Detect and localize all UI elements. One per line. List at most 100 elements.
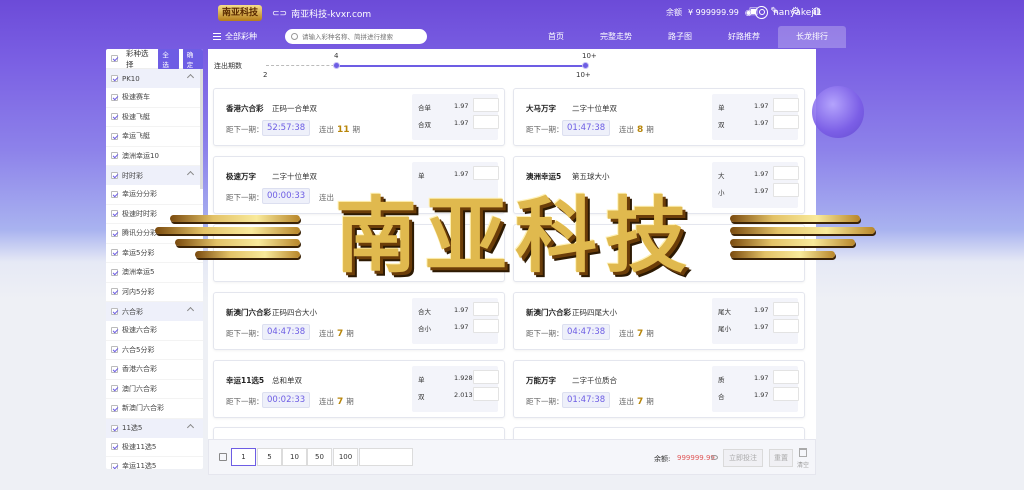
sidebar-item[interactable]: 澳洲幸运5 xyxy=(106,263,203,283)
bet-amount-input[interactable] xyxy=(473,370,499,384)
sidebar-item[interactable]: 幸运11选5 xyxy=(106,457,203,469)
sidebar-item[interactable]: 幸运5分彩 xyxy=(106,244,203,263)
card-lottery-name[interactable]: 澳洲幸运5 xyxy=(526,171,561,182)
item-checkbox[interactable] xyxy=(111,346,118,354)
bet-amount-input[interactable] xyxy=(773,387,799,401)
item-checkbox[interactable] xyxy=(111,132,118,140)
search-box[interactable] xyxy=(285,29,427,44)
reset-button[interactable]: 重置 xyxy=(769,449,793,467)
globe-icon[interactable]: ◍ xyxy=(811,6,822,17)
bet-amount-input[interactable] xyxy=(773,115,799,129)
sidebar-group[interactable]: 六合彩 xyxy=(106,302,203,321)
card-lottery-name[interactable]: 大马万字 xyxy=(526,103,556,114)
item-checkbox[interactable] xyxy=(111,93,118,101)
sidebar-confirm-button[interactable]: 确定 xyxy=(182,49,203,70)
item-checkbox[interactable] xyxy=(111,365,118,373)
bet-amount-input[interactable] xyxy=(473,319,499,333)
eye-icon[interactable] xyxy=(711,455,718,460)
item-checkbox[interactable] xyxy=(111,210,118,218)
bet-amount-input[interactable] xyxy=(473,302,499,316)
search-input[interactable] xyxy=(302,32,422,41)
item-checkbox[interactable] xyxy=(111,288,118,296)
sidebar-group[interactable]: 11选5 xyxy=(106,418,203,438)
slider-low-handle[interactable] xyxy=(333,61,340,69)
sidebar-item[interactable]: 幸运飞艇 xyxy=(106,127,203,147)
edit-amount-icon[interactable] xyxy=(219,453,227,461)
sidebar-group[interactable]: PK10 xyxy=(106,69,203,88)
group-checkbox[interactable] xyxy=(111,172,118,179)
group-checkbox[interactable] xyxy=(111,424,118,432)
sidebar-item[interactable]: 极速11选5 xyxy=(106,438,203,457)
sidebar-item[interactable]: 六合5分彩 xyxy=(106,341,203,360)
gear-icon[interactable]: ⚙ xyxy=(790,6,801,17)
sidebar-item[interactable]: 河内5分彩 xyxy=(106,283,203,302)
bet-amount-input[interactable] xyxy=(473,115,499,129)
bet-amount-input[interactable] xyxy=(473,387,499,401)
nav-link-road-map[interactable]: 路子图 xyxy=(650,26,710,48)
sidebar-item[interactable]: 澳门六合彩 xyxy=(106,380,203,399)
sidebar-item[interactable]: 澳洲幸运10 xyxy=(106,147,203,166)
select-all-button[interactable]: 全选 xyxy=(158,49,179,70)
slider-high-handle[interactable] xyxy=(582,61,589,69)
nav-link-full-trend[interactable]: 完整走势 xyxy=(582,26,650,48)
amount-preset-button[interactable]: 100 xyxy=(333,448,358,466)
item-checkbox[interactable] xyxy=(111,385,118,393)
chevron-up-icon[interactable] xyxy=(186,423,195,431)
chevron-up-icon[interactable] xyxy=(186,73,195,82)
wallet-icon[interactable]: ▣ xyxy=(748,6,759,17)
sidebar-item[interactable]: 极速时时彩 xyxy=(106,205,203,224)
sidebar-item[interactable]: 极速飞艇 xyxy=(106,108,203,127)
item-checkbox[interactable] xyxy=(111,404,118,412)
item-checkbox[interactable] xyxy=(111,326,118,334)
group-checkbox[interactable] xyxy=(111,75,118,82)
bet-amount-input[interactable] xyxy=(473,98,499,112)
item-checkbox[interactable] xyxy=(111,443,118,451)
edit-icon[interactable]: ✎ xyxy=(769,6,780,17)
bet-amount-input[interactable] xyxy=(773,166,799,180)
bet-amount-input[interactable] xyxy=(773,302,799,316)
trash-icon[interactable] xyxy=(799,448,807,457)
card-lottery-name[interactable]: 新澳门六合彩 xyxy=(226,307,271,318)
item-checkbox[interactable] xyxy=(111,462,118,469)
sidebar-group[interactable]: 时时彩 xyxy=(106,166,203,185)
bet-amount-input[interactable] xyxy=(773,183,799,197)
chevron-up-icon[interactable] xyxy=(186,170,195,179)
card-lottery-name[interactable]: 万能万字 xyxy=(526,375,556,386)
amount-preset-button[interactable]: 50 xyxy=(307,448,332,466)
sidebar-item[interactable]: 香港六合彩 xyxy=(106,360,203,380)
place-bet-button[interactable]: 立即投注 xyxy=(723,449,763,467)
all-lottery-menu[interactable]: 全部彩种 xyxy=(213,31,257,42)
sidebar-item[interactable]: 极速赛车 xyxy=(106,88,203,108)
card-lottery-name[interactable]: 香港六合彩 xyxy=(226,103,264,114)
item-checkbox[interactable] xyxy=(111,113,118,121)
card-lottery-name[interactable]: 幸运11选5 xyxy=(226,375,264,386)
sidebar-scrollbar[interactable] xyxy=(200,69,203,189)
chevron-up-icon[interactable] xyxy=(186,306,195,315)
amount-preset-button[interactable]: 10 xyxy=(282,448,307,466)
bet-amount-input[interactable] xyxy=(773,319,799,333)
nav-link-recommend[interactable]: 好路推荐 xyxy=(710,26,778,48)
sidebar-item[interactable]: 幸运分分彩 xyxy=(106,185,203,205)
sidebar-item[interactable]: 极速六合彩 xyxy=(106,321,203,341)
custom-amount-input[interactable] xyxy=(359,448,413,466)
amount-preset-button[interactable]: 5 xyxy=(257,448,282,466)
site-logo[interactable]: 南亚科技 xyxy=(218,5,262,21)
item-checkbox[interactable] xyxy=(111,249,118,257)
bet-amount-input[interactable] xyxy=(773,98,799,112)
slider-low-value: 4 xyxy=(334,52,339,60)
sidebar-item[interactable]: 新澳门六合彩 xyxy=(106,399,203,419)
sidebar-item[interactable]: 腾讯分分彩 xyxy=(106,224,203,244)
card-lottery-name[interactable]: 极速万字 xyxy=(226,171,256,182)
bet-amount-input[interactable] xyxy=(473,166,499,180)
bet-amount-input[interactable] xyxy=(773,370,799,384)
nav-link-home[interactable]: 首页 xyxy=(530,26,582,48)
item-checkbox[interactable] xyxy=(111,190,118,198)
amount-preset-button[interactable]: 1 xyxy=(231,448,256,466)
item-checkbox[interactable] xyxy=(111,229,118,237)
item-checkbox[interactable] xyxy=(111,152,118,160)
card-lottery-name[interactable]: 新澳门六合彩 xyxy=(526,307,571,318)
site-name-link[interactable]: ⊂⊃ 南亚科技-kvxr.com xyxy=(272,7,371,21)
group-checkbox[interactable] xyxy=(111,308,118,315)
item-checkbox[interactable] xyxy=(111,268,118,276)
nav-link-long-dragon[interactable]: 长龙排行 xyxy=(778,26,846,48)
